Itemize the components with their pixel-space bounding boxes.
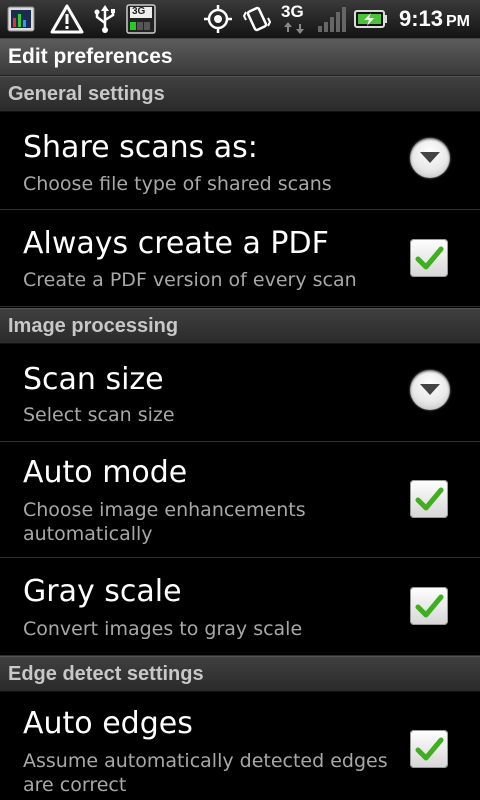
pref-title: Auto edges xyxy=(23,706,193,741)
section-header-label: Image processing xyxy=(8,315,179,337)
status-bar: 3G 3G 9:13 PM xyxy=(0,0,480,39)
pref-title: Auto mode xyxy=(23,455,188,490)
network-type-label: 3G xyxy=(281,2,304,21)
time-value: 9:13 xyxy=(398,6,443,31)
pref-summary: Convert images to gray scale xyxy=(23,618,303,640)
section-header-edge-detect: Edge detect settings xyxy=(0,656,480,692)
pref-summary: Select scan size xyxy=(23,404,175,426)
dropdown-arrow-icon[interactable] xyxy=(410,370,450,410)
pref-summary: Create a PDF version of every scan xyxy=(23,269,357,291)
section-header-label: Edge detect settings xyxy=(8,663,204,685)
pref-summary: Choose image enhancements automatically xyxy=(23,499,306,545)
warning-icon xyxy=(50,4,84,34)
pref-summary: Assume automatically detected edges are … xyxy=(23,750,388,796)
dropdown-arrow-icon[interactable] xyxy=(410,138,450,178)
time-ampm: PM xyxy=(446,13,470,30)
checkmark-icon xyxy=(415,737,444,761)
pref-title: Share scans as: xyxy=(23,130,258,165)
section-header-image-processing: Image processing xyxy=(0,308,480,344)
checkbox-checked[interactable] xyxy=(410,730,448,768)
pref-always-create-pdf[interactable]: Always create a PDF Create a PDF version… xyxy=(0,210,480,307)
title-bar: Edit preferences xyxy=(0,39,480,76)
pref-scan-size[interactable]: Scan size Select scan size xyxy=(0,344,480,442)
usb-icon xyxy=(92,4,118,34)
vibrate-icon xyxy=(242,4,272,34)
checkmark-icon xyxy=(415,246,444,270)
section-header-general: General settings xyxy=(0,76,480,112)
gps-icon xyxy=(202,4,234,34)
checkmark-icon xyxy=(415,594,444,618)
battery-charging-icon xyxy=(354,4,388,34)
checkbox-checked[interactable] xyxy=(410,480,448,518)
network-3g-icon: 3G xyxy=(280,2,310,34)
checkbox-checked[interactable] xyxy=(410,587,448,625)
status-time: 9:13 PM xyxy=(399,4,470,34)
checkmark-icon xyxy=(415,487,444,511)
sim-3g-label: 3G xyxy=(132,6,146,17)
section-header-label: General settings xyxy=(8,83,165,105)
pref-gray-scale[interactable]: Gray scale Convert images to gray scale xyxy=(0,558,480,656)
sim-3g-icon: 3G xyxy=(126,4,156,34)
pref-auto-edges[interactable]: Auto edges Assume automatically detected… xyxy=(0,692,480,800)
pref-title: Gray scale xyxy=(23,574,182,609)
signal-icon xyxy=(316,4,348,34)
pref-title: Always create a PDF xyxy=(23,226,329,261)
pref-auto-mode[interactable]: Auto mode Choose image enhancements auto… xyxy=(0,442,480,558)
pref-summary: Choose file type of shared scans xyxy=(23,173,332,195)
page-title: Edit preferences xyxy=(8,45,173,68)
checkbox-checked[interactable] xyxy=(410,239,448,277)
pref-share-scans-as[interactable]: Share scans as: Choose file type of shar… xyxy=(0,112,480,210)
pref-title: Scan size xyxy=(23,362,164,397)
chart-app-icon xyxy=(6,4,36,34)
